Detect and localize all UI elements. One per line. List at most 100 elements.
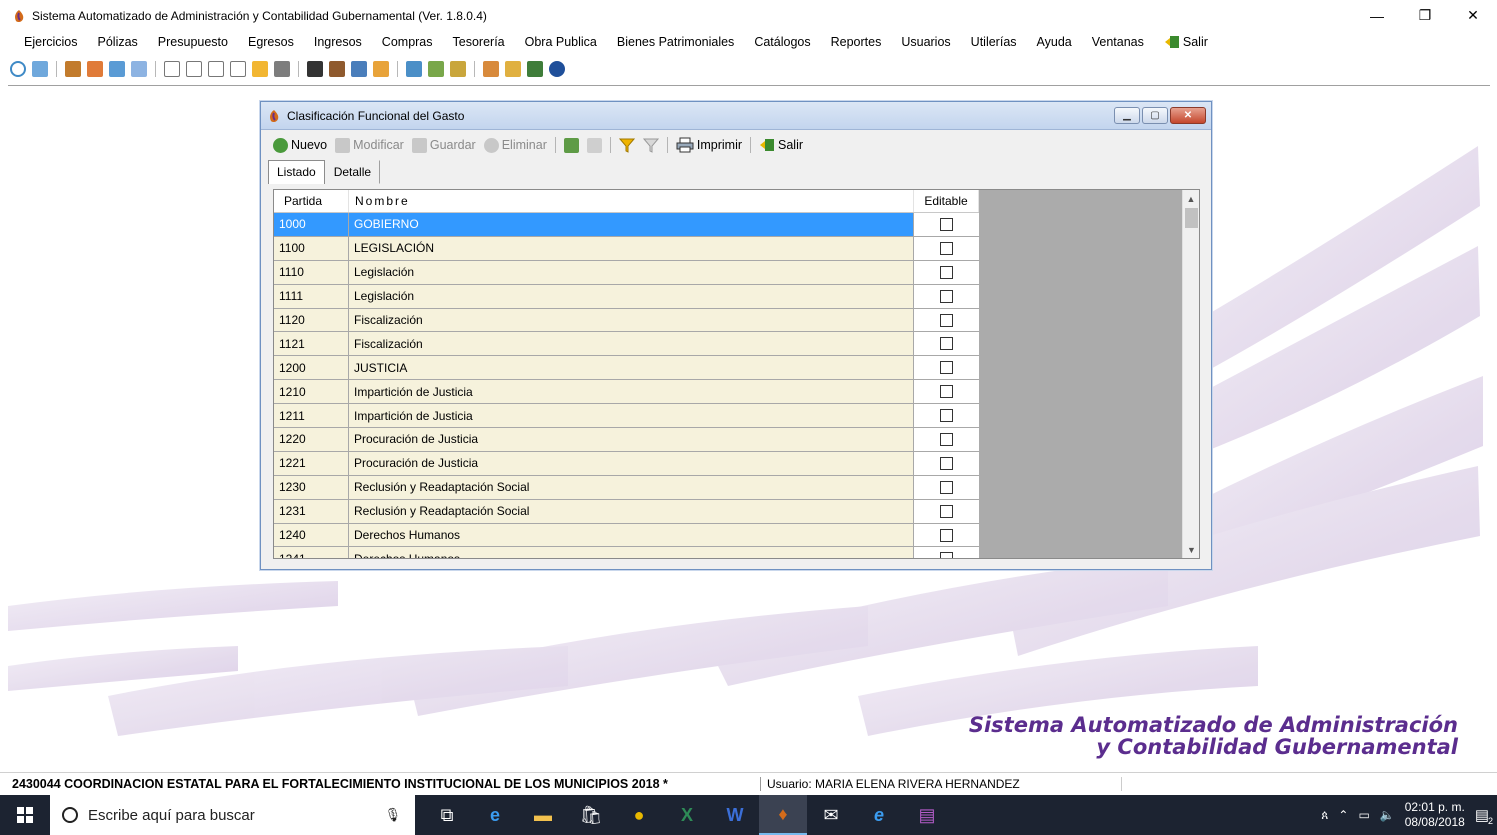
pencil-icon[interactable] [329,61,345,77]
editable-checkbox[interactable] [940,528,953,542]
calc-icon[interactable] [406,61,422,77]
tree-icon[interactable] [483,61,499,77]
menu-presupuesto[interactable]: Presupuesto [148,31,238,53]
table-row[interactable]: 1230 Reclusión y Readaptación Social [274,475,979,500]
clear-filter-button[interactable] [641,137,661,153]
editable-checkbox[interactable] [940,289,953,303]
close-button[interactable]: ✕ [1449,0,1497,31]
editable-checkbox[interactable] [940,432,953,446]
tab-listado[interactable]: Listado [268,160,325,184]
export-button[interactable] [562,137,581,153]
help-icon[interactable] [549,61,565,77]
menu-ayuda[interactable]: Ayuda [1027,31,1082,53]
table-row[interactable]: 1100 LEGISLACIÓN [274,236,979,261]
menu-polizas[interactable]: Pólizas [88,31,148,53]
editable-checkbox[interactable] [940,337,953,351]
menu-ejercicios[interactable]: Ejercicios [14,31,88,53]
table-row[interactable]: 1210 Impartición de Justicia [274,380,979,405]
stamp-icon[interactable] [274,61,290,77]
table-row[interactable]: 1121 Fiscalización [274,332,979,357]
menu-compras[interactable]: Compras [372,31,443,53]
table-row[interactable]: 1120 Fiscalización [274,308,979,333]
scroll-thumb[interactable] [1185,208,1198,228]
table-row[interactable]: 1241 Derechos Humanos [274,547,979,558]
editable-checkbox[interactable] [940,241,953,255]
mail-icon[interactable]: ✉ [807,795,855,835]
child-maximize-button[interactable]: ▢ [1142,107,1168,124]
save-icon[interactable] [527,61,543,77]
nuevo-button[interactable]: Nuevo [271,137,329,153]
file-explorer-icon[interactable]: ▬ [519,795,567,835]
salir-button[interactable]: Salir [757,138,805,152]
maximize-button[interactable]: ❐ [1401,0,1449,31]
volume-icon[interactable]: 🔈 [1380,808,1395,822]
edge-icon[interactable]: e [471,795,519,835]
table-row[interactable]: 1111 Legislación [274,284,979,309]
table-row[interactable]: 1220 Procuración de Justicia [274,428,979,452]
menu-salir[interactable]: Salir [1154,31,1218,53]
eliminar-button[interactable]: Eliminar [482,137,549,153]
filter-button[interactable] [617,137,637,153]
editable-checkbox[interactable] [940,480,953,494]
folder-icon[interactable] [252,61,268,77]
f-doc-icon[interactable] [230,61,246,77]
menu-catalogos[interactable]: Catálogos [744,31,820,53]
minimize-button[interactable]: — [1353,0,1401,31]
chevron-up-icon[interactable]: ⌃ [1338,808,1348,822]
start-button[interactable] [0,795,50,835]
ie-icon[interactable]: e [855,795,903,835]
grid-vertical-scrollbar[interactable]: ▲ ▼ [1182,190,1199,558]
tab-detalle[interactable]: Detalle [325,160,381,184]
box-icon[interactable] [373,61,389,77]
document-icon[interactable] [32,61,48,77]
menu-ingresos[interactable]: Ingresos [304,31,372,53]
editable-checkbox[interactable] [940,217,953,231]
guardar-button[interactable]: Guardar [410,137,478,153]
excel-icon[interactable]: X [663,795,711,835]
editable-checkbox[interactable] [940,313,953,327]
chrome-icon[interactable]: ● [615,795,663,835]
table-row[interactable]: 1240 Derechos Humanos [274,523,979,548]
e-doc-icon[interactable] [208,61,224,77]
chart-icon[interactable] [450,61,466,77]
check-doc-icon[interactable] [109,61,125,77]
menu-usuarios[interactable]: Usuarios [891,31,960,53]
notifications-icon[interactable]: ▤ 2 [1475,806,1493,826]
store-icon[interactable]: 🛍 [567,795,615,835]
column-header-nombre[interactable]: Nombre [349,190,914,212]
modificar-button[interactable]: Modificar [333,137,406,153]
menu-tesoreria[interactable]: Tesorería [443,31,515,53]
printer-icon[interactable] [65,61,81,77]
table-row[interactable]: 1211 Impartición de Justicia [274,404,979,429]
child-minimize-button[interactable]: ▁ [1114,107,1140,124]
refresh-icon[interactable] [10,61,26,77]
editable-checkbox[interactable] [940,552,953,558]
transfer-icon[interactable] [87,61,103,77]
truck-icon[interactable] [351,61,367,77]
scroll-up-icon[interactable]: ▲ [1183,190,1199,207]
cancel-button[interactable] [585,137,604,153]
table-icon[interactable] [131,61,147,77]
table-row[interactable]: 1000 GOBIERNO [274,213,979,237]
people-icon[interactable]: ጰ [1321,808,1328,823]
d-doc-icon[interactable] [186,61,202,77]
microphone-icon[interactable]: 🎙 [384,807,401,823]
book-icon[interactable] [307,61,323,77]
task-view-icon[interactable]: ⧉ [423,795,471,835]
editable-checkbox[interactable] [940,504,953,518]
editable-checkbox[interactable] [940,385,953,399]
imprimir-button[interactable]: Imprimir [674,137,744,153]
table-row[interactable]: 1200 JUSTICIA [274,356,979,381]
menu-ventanas[interactable]: Ventanas [1082,31,1154,53]
clock[interactable]: 02:01 p. m. 08/08/2018 [1405,800,1465,830]
child-close-button[interactable]: ✕ [1170,107,1206,124]
tools-icon[interactable] [428,61,444,77]
table-row[interactable]: 1110 Legislación [274,260,979,285]
column-header-editable[interactable]: Editable [914,190,979,212]
editable-checkbox[interactable] [940,409,953,423]
word-icon[interactable]: W [711,795,759,835]
person-icon[interactable] [505,61,521,77]
editable-checkbox[interactable] [940,265,953,279]
menu-bienes-patrimoniales[interactable]: Bienes Patrimoniales [607,31,744,53]
menu-egresos[interactable]: Egresos [238,31,304,53]
